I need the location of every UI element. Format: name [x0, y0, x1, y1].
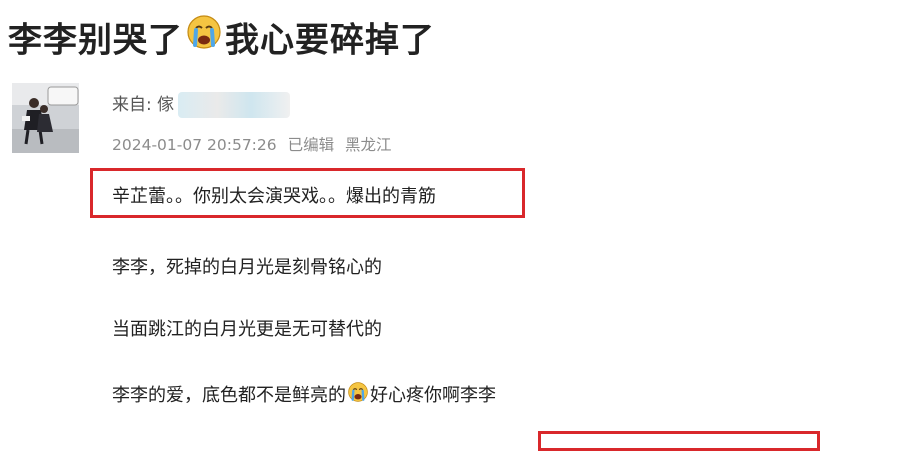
location-label: 黑龙江: [345, 136, 392, 154]
content-line-1: 辛芷蕾。。你别太会演哭戏。。爆出的青筋: [112, 186, 436, 207]
post-title-part1: 李李别哭了: [8, 20, 183, 61]
from-name[interactable]: 傢: [157, 95, 174, 115]
crying-face-icon: [187, 10, 221, 66]
edited-label: 已编辑: [287, 136, 335, 154]
timestamp: 2024-01-07 20:57:26: [112, 136, 277, 154]
content-line-4: 李李的爱，底色都不是鲜亮的 好心疼你啊李李: [112, 381, 496, 410]
content-line-4-before: 李李的爱，底色都不是鲜亮的: [112, 385, 346, 406]
post-title: 李李别哭了 我心要碎掉了: [8, 10, 435, 74]
crying-face-icon: [348, 382, 368, 407]
avatar[interactable]: [12, 83, 79, 153]
content-line-4-after: 好心疼你啊李李: [370, 385, 496, 406]
post-meta: 2024-01-07 20:57:26 已编辑 黑龙江: [112, 133, 392, 155]
blurred-username: [178, 92, 291, 118]
post-title-part2: 我心要碎掉了: [225, 20, 435, 61]
highlight-box: [538, 431, 820, 451]
from-label: 来自:: [112, 95, 158, 115]
content-line-2: 李李，死掉的白月光是刻骨铭心的: [112, 257, 382, 278]
content-line-3: 当面跳江的白月光更是无可替代的: [112, 319, 382, 340]
from-line: 来自: 傢: [112, 90, 291, 118]
